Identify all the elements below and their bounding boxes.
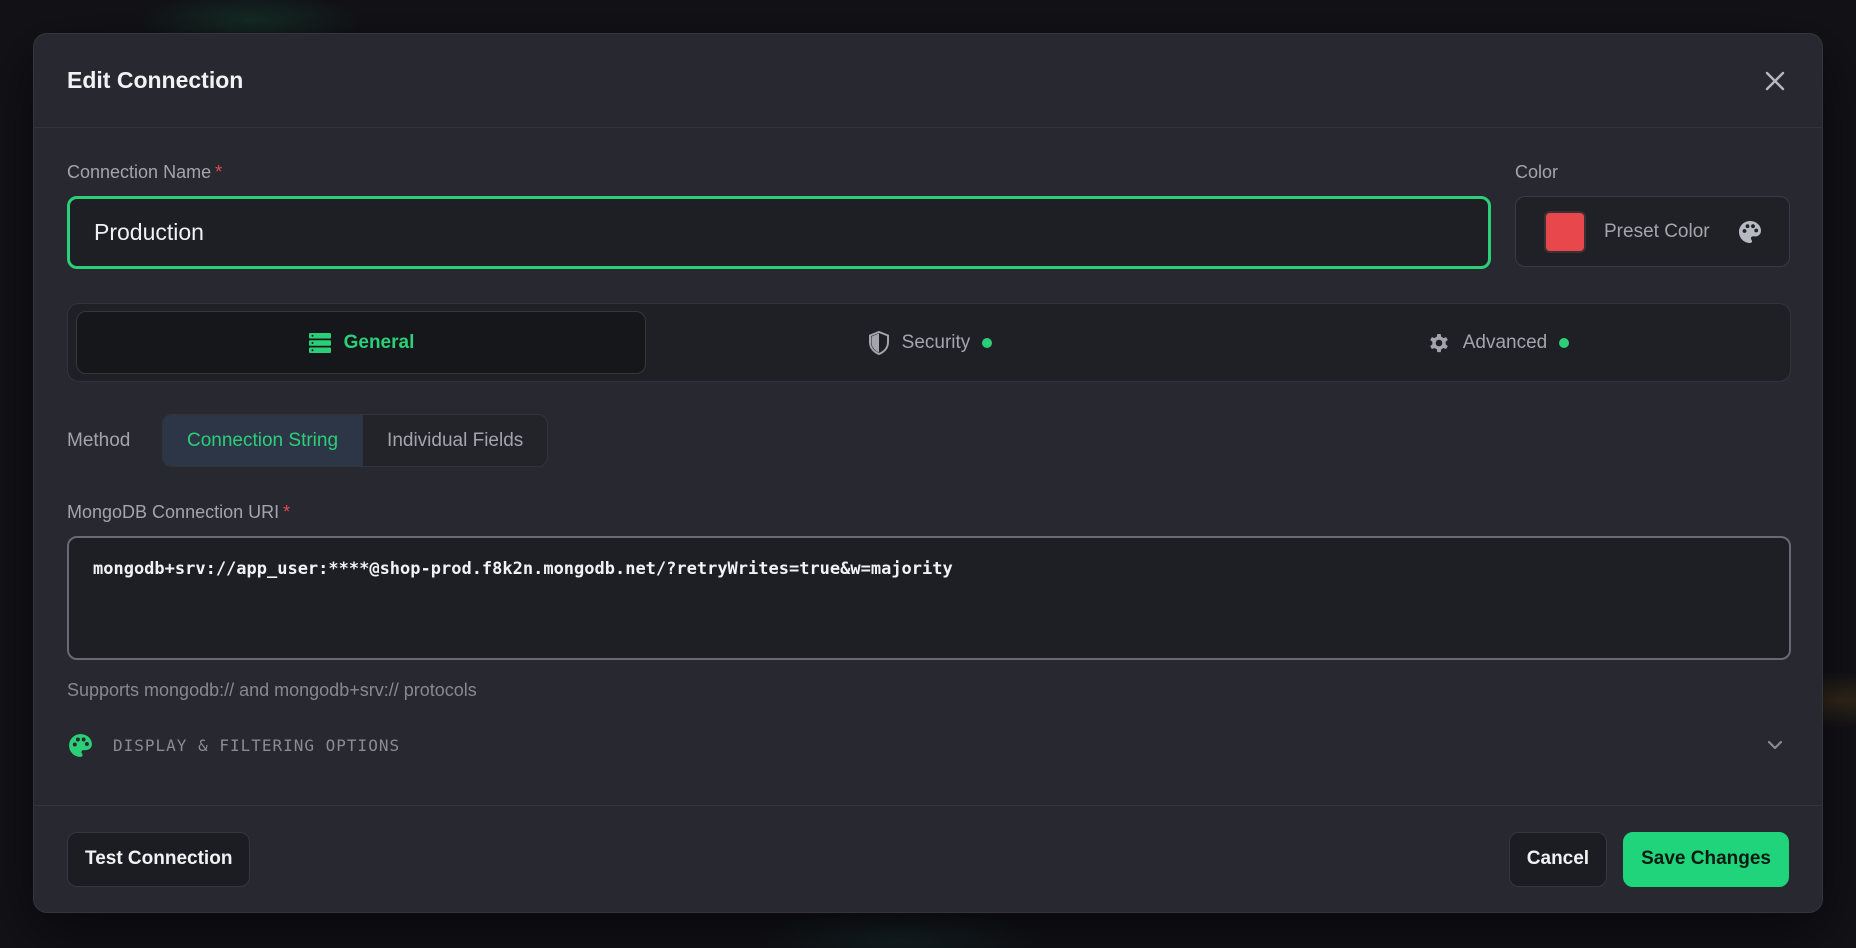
server-stack-icon bbox=[308, 332, 331, 353]
footer-actions: Cancel Save Changes bbox=[1508, 831, 1789, 887]
save-button[interactable]: Save Changes bbox=[1623, 831, 1789, 887]
required-mark: * bbox=[283, 502, 291, 522]
security-status-dot bbox=[982, 337, 993, 348]
dialog-footer: Test Connection Cancel Save Changes bbox=[34, 805, 1822, 912]
method-label: Method bbox=[67, 429, 131, 451]
cancel-button[interactable]: Cancel bbox=[1508, 831, 1608, 887]
uri-label: MongoDB Connection URI * bbox=[67, 502, 291, 522]
dialog-body: Connection Name * Production Color Preset… bbox=[34, 162, 1822, 761]
connection-uri-textarea[interactable]: mongodb+srv://app_user:****@shop-prod.f8… bbox=[67, 536, 1791, 660]
tab-general-label: General bbox=[343, 331, 415, 353]
close-button[interactable] bbox=[1755, 61, 1795, 101]
method-connection-string[interactable]: Connection String bbox=[163, 415, 363, 466]
color-picker-button[interactable]: Preset Color bbox=[1515, 196, 1790, 267]
chevron-down-icon bbox=[1767, 740, 1783, 750]
palette-icon bbox=[69, 733, 92, 757]
connection-tabs: General Security Advanced bbox=[67, 303, 1791, 382]
color-label: Color bbox=[1515, 162, 1559, 182]
uri-hint: Supports mongodb:// and mongodb+srv:// p… bbox=[67, 680, 477, 700]
tab-general[interactable]: General bbox=[76, 311, 646, 374]
display-options-label: DISPLAY & FILTERING OPTIONS bbox=[113, 735, 401, 755]
connection-name-input[interactable]: Production bbox=[67, 196, 1491, 269]
required-mark: * bbox=[215, 162, 223, 182]
edit-connection-dialog: Edit Connection Connection Name * Product… bbox=[33, 33, 1823, 913]
palette-icon bbox=[1739, 220, 1761, 243]
test-connection-button[interactable]: Test Connection bbox=[67, 831, 251, 887]
preset-color-label: Preset Color bbox=[1604, 220, 1710, 242]
color-swatch[interactable] bbox=[1544, 210, 1586, 253]
method-row: Method Connection String Individual Fiel… bbox=[67, 414, 1789, 467]
close-icon bbox=[1765, 71, 1785, 90]
shield-icon bbox=[868, 330, 889, 355]
tab-advanced-label: Advanced bbox=[1462, 331, 1548, 353]
advanced-status-dot bbox=[1559, 337, 1570, 348]
tab-security[interactable]: Security bbox=[646, 311, 1214, 374]
display-options-toggle[interactable]: DISPLAY & FILTERING OPTIONS bbox=[67, 729, 1789, 761]
dialog-title: Edit Connection bbox=[67, 67, 244, 93]
method-individual-fields[interactable]: Individual Fields bbox=[362, 415, 547, 466]
connection-name-group: Connection Name * Production bbox=[67, 162, 1491, 269]
dialog-header: Edit Connection bbox=[34, 34, 1822, 128]
tab-security-label: Security bbox=[901, 331, 971, 353]
method-segmented-control: Connection String Individual Fields bbox=[162, 414, 549, 467]
tab-advanced[interactable]: Advanced bbox=[1214, 311, 1782, 374]
name-color-row: Connection Name * Production Color Preset… bbox=[67, 162, 1790, 269]
gear-icon bbox=[1429, 333, 1448, 352]
color-group: Color Preset Color bbox=[1515, 162, 1790, 269]
connection-name-label: Connection Name * bbox=[67, 162, 223, 182]
